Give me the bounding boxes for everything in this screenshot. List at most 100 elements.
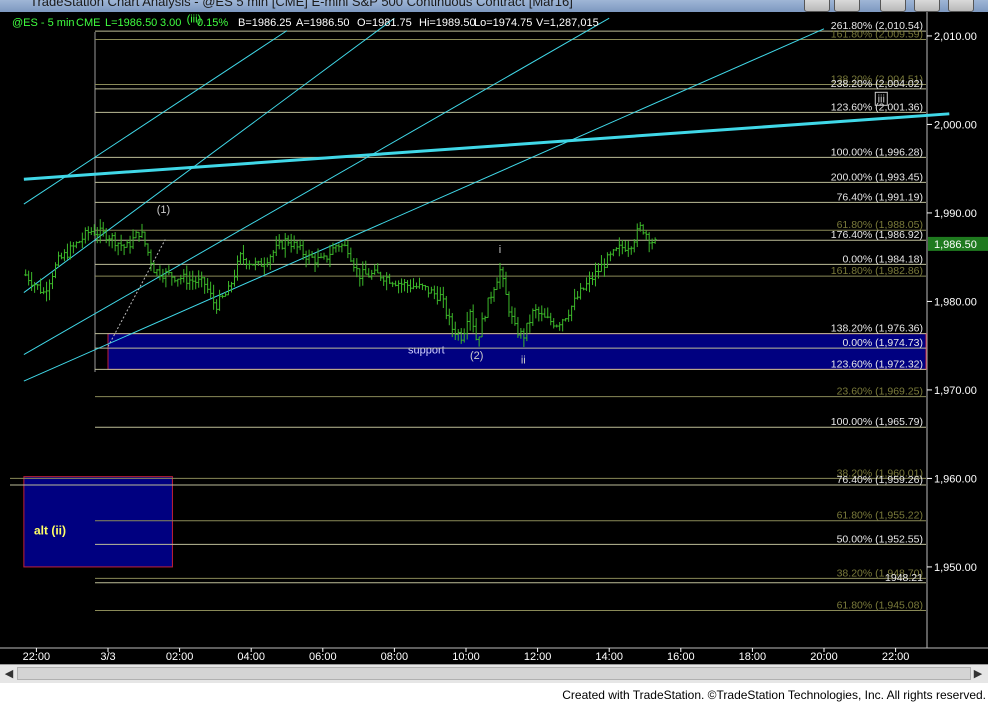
minimize-button[interactable] <box>804 0 830 12</box>
y-tick-label: 1,950.00 <box>934 562 977 574</box>
price-bar <box>495 277 499 291</box>
price-bar <box>444 296 448 320</box>
price-bar <box>397 280 401 294</box>
fib-level-label: 176.40% (1,986.92) <box>831 229 923 241</box>
wave-label: i <box>499 244 501 256</box>
price-bar <box>382 275 386 286</box>
header-volume: V=1,287,015 <box>536 17 599 29</box>
price-bar <box>277 234 281 250</box>
scroll-right-icon[interactable]: ▶ <box>970 666 986 681</box>
projection-line <box>107 239 166 347</box>
price-bar <box>56 251 60 268</box>
price-bar <box>298 239 302 251</box>
zone-box <box>107 333 927 370</box>
x-tick-label: 20:00 <box>810 651 838 663</box>
header-change-pct: 0.15% <box>197 17 228 29</box>
price-bar <box>355 258 359 278</box>
price-bar <box>489 291 493 304</box>
fib-level-label: 61.80% (1,955.22) <box>837 510 923 522</box>
price-bar <box>173 276 177 283</box>
price-bar <box>426 286 430 298</box>
price-bar <box>194 276 198 290</box>
price-bar <box>188 271 192 290</box>
maximize-button[interactable] <box>914 0 940 12</box>
fib-level-label: 138.20% (1,976.36) <box>831 323 923 335</box>
price-bar <box>197 270 201 288</box>
price-bar <box>483 315 487 322</box>
scrollbar-thumb[interactable] <box>17 667 971 680</box>
price-bar <box>620 240 624 255</box>
trend-line <box>23 28 825 382</box>
trend-line <box>23 30 288 205</box>
x-tick-label: 3/3 <box>100 651 115 663</box>
price-bar <box>48 279 52 301</box>
price-bar <box>388 273 392 284</box>
header-change: 3.00 <box>160 17 181 29</box>
price-bar <box>391 281 395 288</box>
price-bar <box>417 277 421 289</box>
price-bar <box>513 307 517 326</box>
price-bar <box>36 283 40 290</box>
x-tick-label: 10:00 <box>452 651 480 663</box>
price-bar <box>423 284 427 291</box>
copyright-text: Created with TradeStation. ©TradeStation… <box>562 688 986 702</box>
price-bar <box>504 271 508 296</box>
price-bar <box>191 270 195 290</box>
price-bar <box>221 294 225 299</box>
price-bar <box>549 312 553 326</box>
restore-button[interactable] <box>834 0 860 12</box>
fib-level-label: 200.00% (1,993.45) <box>831 171 923 183</box>
price-bar <box>322 252 326 260</box>
price-bar <box>283 233 287 258</box>
fib-level-label: 76.40% (1,991.19) <box>837 191 923 203</box>
price-bar <box>244 257 248 270</box>
wave-label: (2) <box>470 350 483 362</box>
x-tick-label: 18:00 <box>739 651 767 663</box>
price-bar <box>301 239 305 261</box>
price-bar <box>131 229 135 250</box>
x-tick-label: 02:00 <box>166 651 194 663</box>
horizontal-scrollbar[interactable]: ◀ ▶ <box>0 664 988 683</box>
price-bar <box>411 278 415 290</box>
price-bar <box>349 247 353 262</box>
price-bar <box>134 230 138 239</box>
price-bar <box>432 285 436 300</box>
price-bar <box>295 241 299 254</box>
price-bar <box>346 240 350 259</box>
chart-panel[interactable]: support alt (ii) 261.80% (2,010.54) 161.80… <box>0 12 988 664</box>
price-bar <box>42 287 46 295</box>
price-bar <box>623 240 627 252</box>
price-bar <box>122 244 126 256</box>
price-bar <box>593 262 597 287</box>
price-bar <box>209 281 213 299</box>
price-bar <box>89 227 93 236</box>
price-chart[interactable]: supportalt (ii) 261.80% (2,010.54)161.80… <box>0 12 988 664</box>
zone-box <box>23 476 173 568</box>
fib-level-label: 123.60% (1,972.32) <box>831 358 923 370</box>
price-bar <box>230 281 234 293</box>
ribbon-button[interactable] <box>880 0 906 12</box>
price-bar <box>238 251 242 265</box>
price-bar <box>647 232 651 253</box>
price-bar <box>265 257 269 268</box>
price-bar <box>447 308 451 326</box>
scroll-left-icon[interactable]: ◀ <box>1 666 17 681</box>
price-bar <box>59 252 63 260</box>
price-bar <box>256 260 260 266</box>
price-bar <box>24 269 28 277</box>
price-bar <box>361 261 365 286</box>
price-bar <box>164 268 168 288</box>
fib-level-label: 100.00% (1,996.28) <box>831 146 923 158</box>
price-bar <box>567 309 571 322</box>
price-bar <box>280 239 284 250</box>
price-bar <box>235 255 239 281</box>
trend-line <box>23 17 610 355</box>
x-tick-label: 08:00 <box>381 651 409 663</box>
y-tick-label: 1,990.00 <box>934 208 977 220</box>
price-bar <box>358 268 362 287</box>
price-bar <box>558 322 562 331</box>
x-tick-label: 16:00 <box>667 651 695 663</box>
price-bar <box>590 272 594 285</box>
price-bar <box>27 270 31 286</box>
close-button[interactable] <box>948 0 974 12</box>
